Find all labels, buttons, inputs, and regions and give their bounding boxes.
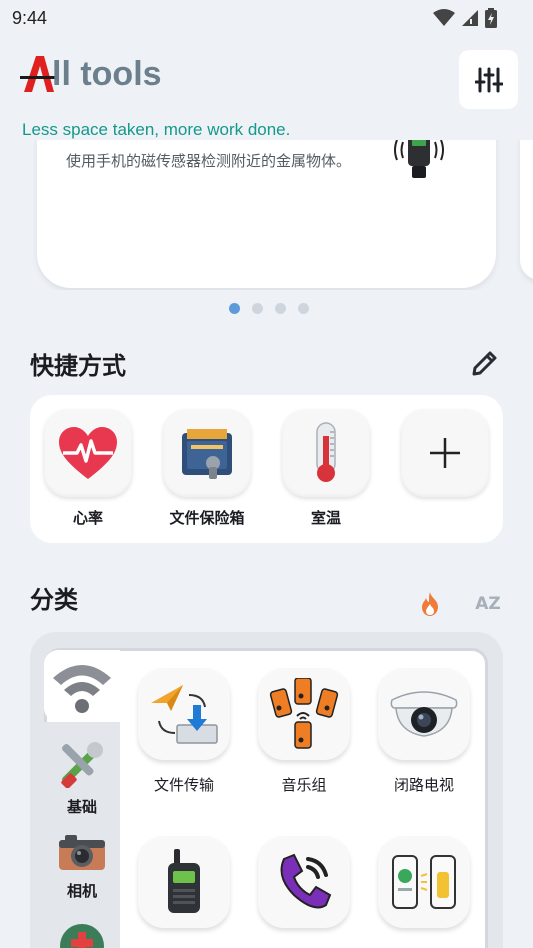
- shortcut-label: 文件保险箱: [169, 509, 245, 527]
- categories-title: 分类: [30, 586, 78, 614]
- carousel-card[interactable]: 使用手机的磁传感器检测附近的金属物体。: [37, 140, 496, 288]
- shortcut-file-vault[interactable]: 文件保险箱: [161, 409, 253, 528]
- tool-label: 闭路电视: [393, 776, 454, 794]
- shortcuts-panel: 心率 文件保险箱 室温: [30, 395, 503, 543]
- music-group-icon: [269, 678, 339, 749]
- wifi-status-icon: [433, 9, 455, 26]
- app-title: ll tools: [52, 54, 162, 93]
- status-icons: [433, 8, 497, 28]
- shortcut-heart-rate[interactable]: 心率: [42, 409, 134, 528]
- pencil-icon: [472, 351, 497, 376]
- edit-shortcuts-button[interactable]: [468, 346, 502, 380]
- tool-tile[interactable]: [258, 668, 350, 760]
- tool-music-group[interactable]: 音乐组: [249, 668, 359, 795]
- shortcut-room-temperature[interactable]: 室温: [280, 409, 372, 528]
- category-camera[interactable]: 相机: [44, 834, 120, 901]
- tool-tile[interactable]: [138, 836, 230, 928]
- shortcut-add[interactable]: [399, 409, 491, 497]
- shortcut-tile[interactable]: [163, 409, 251, 497]
- thermometer-icon: [316, 422, 336, 482]
- signal-icon: [462, 10, 478, 26]
- status-bar: 9:44: [0, 0, 533, 36]
- phone-call-icon: [280, 853, 332, 909]
- metal-detector-icon: [394, 140, 444, 178]
- tool-tile[interactable]: [138, 668, 230, 760]
- sort-alphabetical-button[interactable]: AZ: [472, 588, 504, 620]
- shortcut-tile[interactable]: [401, 409, 489, 497]
- category-label: 相机: [66, 882, 97, 900]
- app-logo: ll tools: [20, 52, 162, 96]
- shortcut-tile[interactable]: [44, 409, 132, 497]
- category-label: 基础: [66, 798, 97, 816]
- file-transfer-icon: [151, 685, 218, 744]
- tool-tile[interactable]: [378, 836, 470, 928]
- walkie-talkie-icon: [168, 849, 200, 913]
- shortcut-label: 室温: [310, 509, 341, 527]
- carousel-next-card[interactable]: [520, 140, 533, 280]
- file-vault-icon: [182, 429, 232, 479]
- settings-button[interactable]: [459, 50, 518, 109]
- flame-icon: [422, 592, 438, 616]
- tool-tile[interactable]: [258, 836, 350, 928]
- cctv-icon: [390, 691, 458, 737]
- carousel-dot[interactable]: [274, 303, 286, 314]
- logo-a-icon: [20, 56, 56, 92]
- medical-icon: [60, 924, 104, 948]
- tool-cctv[interactable]: 闭路电视: [369, 668, 479, 795]
- app-tagline: Less space taken, more work done.: [22, 120, 291, 139]
- tool-phone-flashlight[interactable]: [369, 836, 479, 942]
- feature-carousel[interactable]: 使用手机的磁传感器检测附近的金属物体。: [0, 140, 533, 290]
- card-description: 使用手机的磁传感器检测附近的金属物体。: [66, 152, 352, 170]
- shortcuts-title: 快捷方式: [30, 352, 126, 380]
- carousel-dot[interactable]: [228, 303, 240, 314]
- carousel-dot[interactable]: [297, 303, 309, 314]
- shortcut-label: 心率: [72, 509, 103, 527]
- tool-label: 文件传输: [153, 776, 214, 794]
- carousel-dot[interactable]: [251, 303, 263, 314]
- tool-label: 音乐组: [281, 776, 327, 794]
- sort-by-popular-button[interactable]: [414, 588, 446, 620]
- heart-rate-icon: [59, 427, 117, 479]
- category-network[interactable]: [44, 652, 120, 720]
- app-header: ll tools Less space taken, more work don…: [0, 40, 533, 140]
- add-icon: [430, 438, 460, 468]
- carousel-pagination: [0, 303, 533, 314]
- camera-icon: [59, 835, 105, 870]
- category-basic[interactable]: 基础: [44, 740, 120, 817]
- category-medical[interactable]: [44, 922, 120, 948]
- status-time: 9:44: [12, 7, 48, 28]
- tool-file-transfer[interactable]: 文件传输: [129, 668, 239, 795]
- battery-charging-icon: [485, 8, 497, 28]
- phone-flashlight-icon: [392, 855, 456, 909]
- tool-phone-call[interactable]: [249, 836, 359, 942]
- sliders-icon: [474, 67, 503, 92]
- wifi-icon: [53, 665, 111, 713]
- shortcut-tile[interactable]: [282, 409, 370, 497]
- tool-walkie-talkie[interactable]: [129, 836, 239, 942]
- tool-tile[interactable]: [378, 668, 470, 760]
- tools-icon: [61, 742, 103, 789]
